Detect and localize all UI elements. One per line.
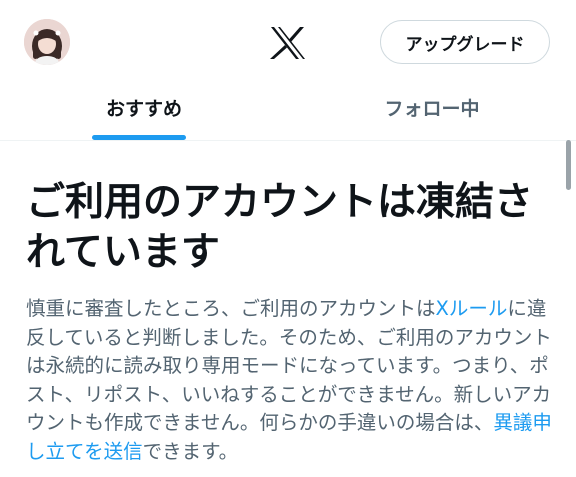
upgrade-button[interactable]: アップグレード [380, 20, 550, 64]
tab-for-you-label: おすすめ [105, 98, 182, 120]
suspension-message-part1: 慎重に審査したところ、ご利用のアカウントは [26, 297, 436, 320]
suspension-message-part3: できます。 [142, 439, 239, 463]
active-tab-indicator [92, 135, 186, 140]
x-logo-icon[interactable] [268, 25, 308, 61]
x-rules-link[interactable]: Xルール [436, 297, 508, 320]
tab-following-label: フォロー中 [384, 98, 480, 120]
avatar[interactable] [24, 19, 70, 65]
suspension-title: ご利用のアカウントは凍結されています [26, 180, 534, 275]
tab-following[interactable]: フォロー中 [288, 84, 576, 140]
tab-for-you[interactable]: おすすめ [0, 84, 288, 140]
timeline-tabs: おすすめ フォロー中 [0, 84, 576, 141]
suspension-message: 慎重に審査したところ、ご利用のアカウントはXルールに違反していると判断しました。… [26, 295, 556, 466]
scrollbar[interactable] [566, 140, 571, 190]
top-bar: アップグレード [0, 0, 576, 84]
